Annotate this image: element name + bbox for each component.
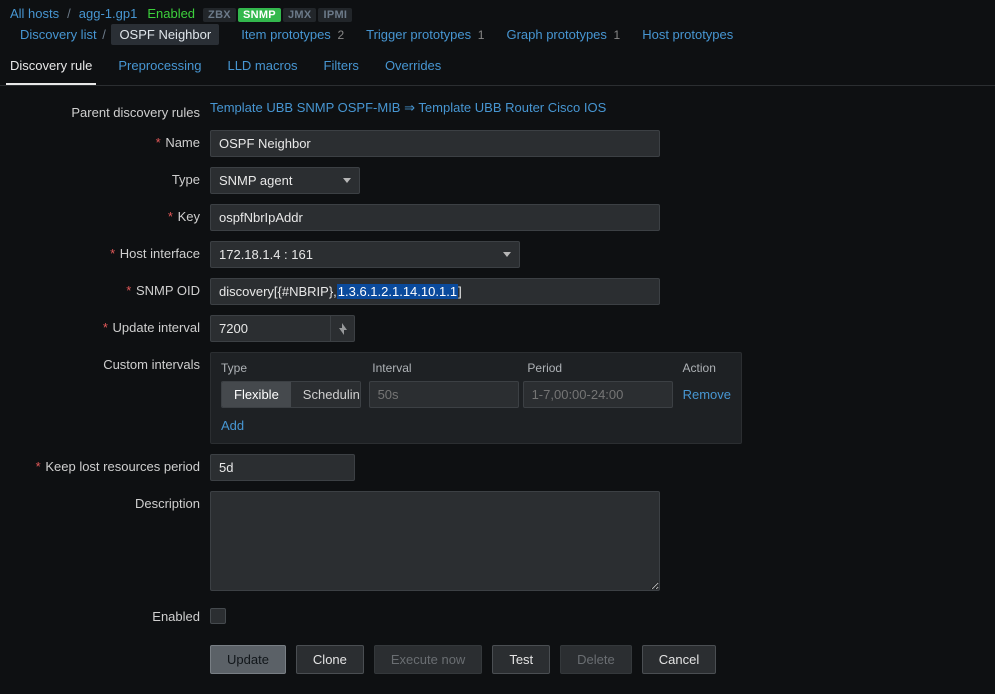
separator: /	[102, 27, 109, 42]
chevron-down-icon	[503, 252, 511, 257]
host-interface-value: 172.18.1.4 : 161	[219, 247, 313, 262]
tab-filters[interactable]: Filters	[320, 50, 363, 85]
label-key: Key	[178, 209, 200, 224]
remove-interval-link[interactable]: Remove	[683, 387, 731, 402]
ci-header-type: Type	[221, 361, 372, 375]
host-enabled-label: Enabled	[147, 6, 195, 21]
proto-jmx: JMX	[283, 8, 317, 22]
custom-interval-row: Flexible Scheduling Remove	[221, 381, 731, 408]
interval-type-toggle: Flexible Scheduling	[221, 381, 361, 408]
parent-rule-a[interactable]: Template UBB SNMP OSPF-MIB	[210, 100, 400, 115]
flexible-button[interactable]: Flexible	[222, 382, 291, 407]
top-links: Discovery list / OSPF Neighbor Item prot…	[20, 27, 733, 42]
clone-button[interactable]: Clone	[296, 645, 364, 674]
proto-snmp: SNMP	[238, 8, 281, 22]
item-proto-count: 2	[337, 28, 344, 42]
tab-overrides[interactable]: Overrides	[381, 50, 445, 85]
scheduling-button[interactable]: Scheduling	[291, 382, 361, 407]
cancel-button[interactable]: Cancel	[642, 645, 716, 674]
keep-lost-input[interactable]	[210, 454, 355, 481]
link-graph-prototypes[interactable]: Graph prototypes	[506, 27, 606, 42]
trigger-proto-count: 1	[478, 28, 485, 42]
label-host-interface: Host interface	[120, 246, 200, 261]
ci-header-action: Action	[683, 361, 731, 375]
delete-button[interactable]: Delete	[560, 645, 632, 674]
tabs: Discovery rule Preprocessing LLD macros …	[0, 50, 995, 86]
type-select[interactable]: SNMP agent	[210, 167, 360, 194]
label-description: Description	[10, 491, 210, 511]
breadcrumb-all-hosts[interactable]: All hosts	[10, 6, 59, 21]
link-item-prototypes[interactable]: Item prototypes	[241, 27, 331, 42]
ci-header-period: Period	[527, 361, 682, 375]
label-custom-intervals: Custom intervals	[10, 352, 210, 372]
tab-discovery-rule[interactable]: Discovery rule	[6, 50, 96, 85]
tab-lld-macros[interactable]: LLD macros	[223, 50, 301, 85]
protocol-badges: ZBXSNMPJMXIPMI	[201, 6, 352, 21]
enabled-checkbox[interactable]	[210, 608, 226, 624]
update-button[interactable]: Update	[210, 645, 286, 674]
oid-text-selected: 1.3.6.1.2.1.14.10.1.1	[337, 284, 458, 299]
label-snmp-oid: SNMP OID	[136, 283, 200, 298]
oid-text-suffix: ]	[458, 284, 462, 299]
link-trigger-prototypes[interactable]: Trigger prototypes	[366, 27, 471, 42]
snmp-oid-input[interactable]: discovery[{#NBRIP},1.3.6.1.2.1.14.10.1.1…	[210, 278, 660, 305]
proto-ipmi: IPMI	[318, 8, 352, 22]
form: Parent discovery rules Template UBB SNMP…	[0, 86, 995, 694]
period-input[interactable]	[523, 381, 673, 408]
type-select-value: SNMP agent	[219, 173, 292, 188]
oid-text-prefix: discovery[{#NBRIP},	[219, 284, 337, 299]
link-host-prototypes[interactable]: Host prototypes	[642, 27, 733, 42]
link-discovery-list[interactable]: Discovery list	[20, 27, 97, 42]
label-name: Name	[165, 135, 200, 150]
breadcrumb-current: OSPF Neighbor	[111, 24, 219, 45]
instant-icon[interactable]	[330, 316, 354, 341]
parent-rules-links: Template UBB SNMP OSPF-MIB ⇒ Template UB…	[210, 100, 606, 116]
graph-proto-count: 1	[614, 28, 621, 42]
label-enabled: Enabled	[10, 604, 210, 624]
top-bar: All hosts / agg-1.gp1 Enabled ZBXSNMPJMX…	[0, 0, 995, 50]
parent-rule-b[interactable]: Template UBB Router Cisco IOS	[418, 100, 606, 115]
label-parent-rules: Parent discovery rules	[10, 100, 210, 120]
tab-preprocessing[interactable]: Preprocessing	[114, 50, 205, 85]
separator: /	[67, 6, 71, 21]
execute-now-button[interactable]: Execute now	[374, 645, 482, 674]
breadcrumb-host[interactable]: agg-1.gp1	[79, 6, 138, 21]
label-update-interval: Update interval	[113, 320, 200, 335]
label-keep-lost: Keep lost resources period	[45, 459, 200, 474]
description-textarea[interactable]	[210, 491, 660, 591]
custom-intervals-box: Type Interval Period Action Flexible Sch…	[210, 352, 742, 444]
host-interface-select[interactable]: 172.18.1.4 : 161	[210, 241, 520, 268]
interval-input[interactable]	[369, 381, 519, 408]
arrow-icon: ⇒	[404, 100, 415, 115]
name-input[interactable]	[210, 130, 660, 157]
ci-header-interval: Interval	[372, 361, 527, 375]
button-row: Update Clone Execute now Test Delete Can…	[210, 645, 716, 674]
test-button[interactable]: Test	[492, 645, 550, 674]
key-input[interactable]	[210, 204, 660, 231]
add-interval-link[interactable]: Add	[221, 418, 244, 433]
chevron-down-icon	[343, 178, 351, 183]
proto-zbx: ZBX	[203, 8, 236, 22]
label-type: Type	[10, 167, 210, 187]
